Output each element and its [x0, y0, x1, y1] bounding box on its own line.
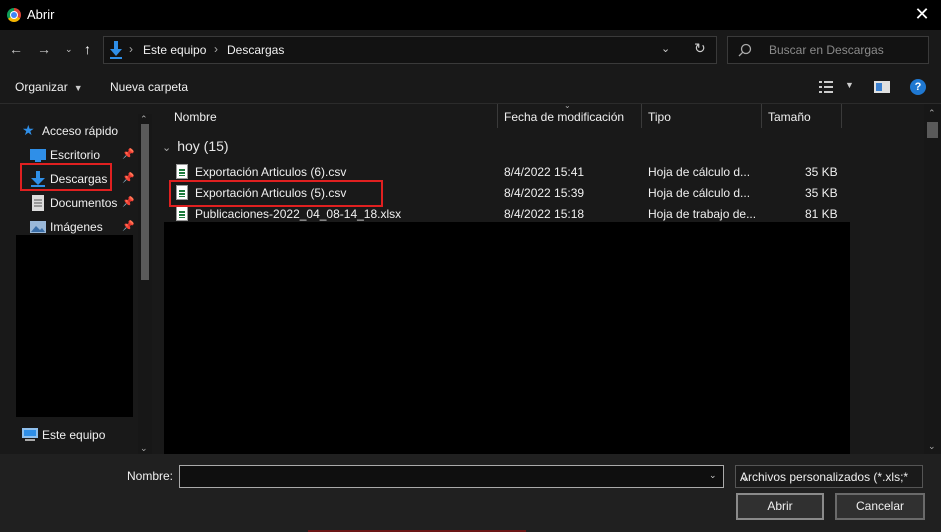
caret-down-icon: ▼: [73, 83, 83, 93]
view-options-caret-icon[interactable]: ▼: [845, 80, 854, 90]
redacted-area: [16, 235, 133, 417]
desktop-icon: [30, 149, 46, 162]
nav-documentos-label: Documentos: [50, 196, 118, 210]
scroll-down-icon[interactable]: ⌄: [928, 441, 936, 452]
annotation-highlight-file: [169, 180, 383, 207]
organize-button[interactable]: Organizar ▼: [15, 80, 83, 94]
nav-escritorio-label: Escritorio: [50, 148, 101, 162]
annotation-highlight-descargas: [20, 163, 112, 191]
file-size: 81 KB: [805, 207, 838, 221]
spreadsheet-file-icon: [176, 206, 188, 221]
nav-scrollbar[interactable]: ⌃ ⌄: [138, 114, 152, 454]
open-button[interactable]: Abrir: [736, 493, 824, 520]
file-type-filter-select[interactable]: Archivos personalizados (*.xls;* ⌄: [735, 465, 923, 488]
documents-icon: [32, 195, 44, 211]
column-divider[interactable]: [497, 104, 498, 128]
pin-icon: 📌: [122, 173, 135, 184]
scroll-up-icon[interactable]: ⌃: [928, 108, 936, 119]
address-dropdown-chevron-icon[interactable]: ⌄: [661, 42, 670, 55]
file-type: Hoja de trabajo de...: [648, 207, 757, 221]
command-bar: Organizar ▼ Nueva carpeta ▼ ?: [0, 70, 941, 104]
file-date: 8/4/2022 15:18: [504, 207, 585, 221]
file-type: Hoja de cálculo d...: [648, 165, 751, 179]
breadcrumb-separator-icon: ›: [214, 42, 218, 56]
file-list-scrollbar-thumb[interactable]: [927, 122, 938, 138]
nav-scrollbar-thumb[interactable]: [141, 124, 149, 280]
column-divider[interactable]: [641, 104, 642, 128]
address-row: ← → ⌄ ↑ › Este equipo › Descargas ⌄ ↻ Bu…: [0, 30, 941, 70]
file-name: Publicaciones-2022_04_08-14_18.xlsx: [195, 207, 402, 221]
file-date: 8/4/2022 15:39: [504, 186, 585, 200]
up-arrow-icon[interactable]: ↑: [84, 40, 91, 58]
star-icon: ★: [22, 122, 35, 138]
organize-label: Organizar: [15, 80, 68, 94]
file-list: Nombre ⌄ Fecha de modificación Tipo Tama…: [152, 101, 941, 454]
group-label: hoy (15): [177, 138, 229, 154]
back-arrow-icon[interactable]: ←: [9, 40, 23, 58]
file-size: 35 KB: [805, 165, 838, 179]
window-title: Abrir: [27, 7, 55, 22]
breadcrumb-este-equipo[interactable]: Este equipo: [143, 43, 206, 57]
new-folder-button[interactable]: Nueva carpeta: [110, 80, 188, 94]
close-icon[interactable]: ✕: [911, 3, 933, 25]
pin-icon: 📌: [122, 149, 135, 160]
nav-este-equipo-label: Este equipo: [42, 428, 106, 442]
nav-item-este-equipo[interactable]: Este equipo: [0, 424, 138, 446]
redacted-area: [164, 222, 850, 454]
column-divider[interactable]: [841, 104, 842, 128]
recent-locations-chevron-icon[interactable]: ⌄: [65, 40, 73, 58]
chevron-down-icon: ⌄: [740, 470, 751, 484]
group-header-today[interactable]: ⌄ hoy (15): [162, 138, 229, 154]
spreadsheet-file-icon: [176, 164, 188, 179]
file-size: 35 KB: [805, 186, 838, 200]
file-date: 8/4/2022 15:41: [504, 165, 585, 179]
file-list-scrollbar[interactable]: ⌃ ⌄: [924, 104, 941, 454]
pin-icon: 📌: [122, 221, 135, 232]
file-type: Hoja de cálculo d...: [648, 186, 751, 200]
pin-icon: 📌: [122, 197, 135, 208]
chrome-icon: [7, 8, 21, 22]
pictures-icon: [30, 221, 46, 233]
group-collapse-chevron-icon[interactable]: ⌄: [162, 142, 171, 154]
nav-item-documentos[interactable]: Documentos 📌: [0, 192, 138, 214]
search-icon: [738, 43, 752, 57]
column-header-type[interactable]: Tipo: [648, 104, 671, 128]
forward-arrow-icon[interactable]: →: [37, 40, 51, 58]
nav-imagenes-label: Imágenes: [50, 220, 103, 234]
address-bar[interactable]: › Este equipo › Descargas ⌄ ↻: [103, 36, 717, 64]
column-divider[interactable]: [761, 104, 762, 128]
refresh-icon[interactable]: ↻: [694, 40, 706, 57]
file-name-dropdown-chevron-icon[interactable]: ⌄: [709, 470, 717, 481]
file-name-label: Nombre:: [127, 469, 174, 483]
navigation-pane: ★ Acceso rápido Escritorio 📌 Descargas 📌…: [0, 104, 152, 454]
scroll-down-icon[interactable]: ⌄: [140, 443, 148, 454]
column-header-size[interactable]: Tamaño: [768, 104, 811, 128]
nav-item-quick-access[interactable]: ★ Acceso rápido: [0, 120, 138, 142]
file-name: Exportación Articulos (6).csv: [195, 165, 347, 179]
column-header-date[interactable]: Fecha de modificación: [504, 104, 624, 128]
cancel-button[interactable]: Cancelar: [835, 493, 925, 520]
file-name-input[interactable]: [179, 465, 724, 488]
breadcrumb-separator-icon: ›: [129, 42, 133, 56]
column-header-name[interactable]: Nombre: [174, 104, 217, 128]
breadcrumb-descargas[interactable]: Descargas: [227, 43, 284, 57]
help-icon[interactable]: ?: [910, 79, 926, 95]
computer-icon: [22, 428, 38, 441]
bottom-bar: Nombre: ⌄ Archivos personalizados (*.xls…: [0, 454, 941, 532]
downloads-icon: [110, 41, 122, 59]
title-bar: Abrir ✕: [0, 0, 941, 30]
nav-quick-access-label: Acceso rápido: [42, 124, 119, 138]
search-placeholder: Buscar en Descargas: [769, 43, 884, 57]
preview-pane-icon[interactable]: [874, 81, 890, 93]
search-input[interactable]: Buscar en Descargas: [727, 36, 929, 64]
view-options-icon[interactable]: [819, 81, 833, 93]
